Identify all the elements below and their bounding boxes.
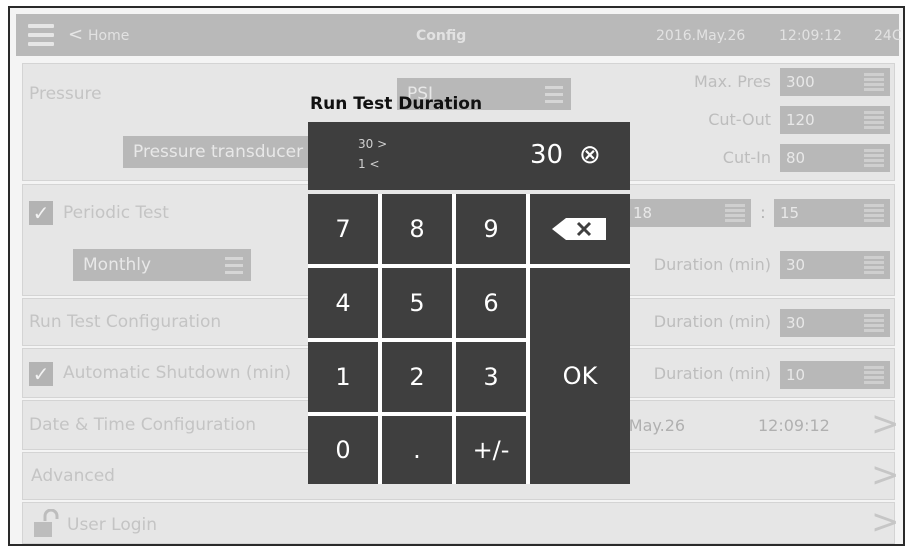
cutout-label: Cut-Out [708, 110, 771, 129]
chevron-right-icon: > [871, 404, 900, 444]
periodic-duration-value: 30 [786, 256, 806, 274]
keypad-min-hint: 1 < [358, 157, 380, 171]
datetime-label: Date & Time Configuration [29, 415, 256, 435]
max-pressure-value: 300 [786, 73, 815, 91]
key-8[interactable]: 8 [382, 194, 452, 264]
keypad-display: 30 > 1 < 30 ⊗ [308, 122, 630, 190]
periodic-duration-field[interactable]: 30 [780, 251, 890, 279]
chevron-right-icon: > [871, 455, 900, 495]
max-pressure-label: Max. Pres [693, 72, 771, 91]
chevron-right-icon: > [871, 502, 900, 542]
keyboard-icon [864, 314, 884, 332]
cutout-field[interactable]: 120 [780, 106, 890, 134]
ok-key[interactable]: OK [530, 268, 630, 484]
key-6[interactable]: 6 [456, 268, 526, 338]
keyboard-icon [864, 204, 884, 222]
key-4[interactable]: 4 [308, 268, 378, 338]
keyboard-icon [864, 366, 884, 384]
max-pressure-field[interactable]: 300 [780, 68, 890, 96]
top-bar: < Home Config 2016.May.26 12:09:12 24C [16, 14, 902, 56]
cutin-value: 80 [786, 149, 806, 167]
datetime-time: 12:09:12 [758, 416, 830, 435]
header-time: 12:09:12 [779, 28, 842, 44]
clear-circle-icon[interactable]: ⊗ [579, 140, 601, 170]
auto-shutdown-label: Automatic Shutdown (min) [63, 363, 292, 383]
key-decimal[interactable]: . [382, 416, 452, 484]
key-plus-minus[interactable]: +/- [456, 416, 526, 484]
auto-shutdown-duration-field[interactable]: 10 [780, 361, 890, 389]
user-login-section[interactable]: User Login > [22, 502, 900, 544]
cutin-field[interactable]: 80 [780, 144, 890, 172]
keypad-grid: 7 8 9 4 5 6 OK 1 2 3 0 . +/- [308, 194, 630, 484]
start-minute-field[interactable]: 15 [774, 199, 890, 227]
key-3[interactable]: 3 [456, 342, 526, 412]
key-9[interactable]: 9 [456, 194, 526, 264]
frequency-dropdown[interactable]: Monthly [73, 249, 251, 281]
keypad-limits: 30 > 1 < [358, 134, 387, 174]
start-hour-value: 18 [633, 204, 653, 222]
key-7[interactable]: 7 [308, 194, 378, 264]
back-chevron-icon[interactable]: < [68, 24, 83, 45]
time-separator: : [760, 203, 766, 222]
frequency-value: Monthly [83, 255, 152, 275]
start-hour-field[interactable]: 18 [627, 199, 751, 227]
cutin-label: Cut-In [722, 148, 771, 167]
page-title: Config [416, 28, 467, 44]
key-0[interactable]: 0 [308, 416, 378, 484]
keyboard-icon [725, 204, 745, 222]
list-icon [225, 256, 243, 274]
keyboard-icon [864, 73, 884, 91]
periodic-test-checkbox[interactable]: ✓ [29, 201, 53, 225]
keypad-title: Run Test Duration [310, 94, 483, 114]
backspace-icon [552, 218, 606, 240]
key-1[interactable]: 1 [308, 342, 378, 412]
key-2[interactable]: 2 [382, 342, 452, 412]
unlocked-padlock-icon [31, 508, 61, 539]
periodic-test-label: Periodic Test [63, 203, 169, 223]
keypad-max-hint: 30 > [358, 137, 388, 151]
run-test-label: Run Test Configuration [29, 312, 222, 332]
keyboard-icon [864, 256, 884, 274]
advanced-label: Advanced [31, 466, 115, 486]
pressure-sensor-value: Pressure transducer [133, 142, 304, 162]
start-minute-value: 15 [780, 204, 800, 222]
home-link[interactable]: Home [88, 28, 129, 44]
user-login-label: User Login [67, 515, 158, 535]
header-date: 2016.May.26 [656, 28, 746, 44]
hamburger-menu-icon[interactable] [28, 24, 54, 46]
pressure-label: Pressure [29, 84, 102, 104]
config-screen: < Home Config 2016.May.26 12:09:12 24C P… [8, 6, 905, 546]
run-test-duration-field[interactable]: 30 [780, 309, 890, 337]
auto-shutdown-duration-value: 10 [786, 366, 806, 384]
keyboard-icon [864, 111, 884, 129]
header-temperature: 24C [874, 28, 902, 44]
key-5[interactable]: 5 [382, 268, 452, 338]
keypad-value: 30 [530, 140, 564, 170]
cutout-value: 120 [786, 111, 815, 129]
backspace-key[interactable] [530, 194, 630, 264]
keyboard-icon [864, 149, 884, 167]
list-icon [545, 85, 563, 103]
auto-shutdown-checkbox[interactable]: ✓ [29, 362, 53, 386]
run-test-duration-value: 30 [786, 314, 806, 332]
